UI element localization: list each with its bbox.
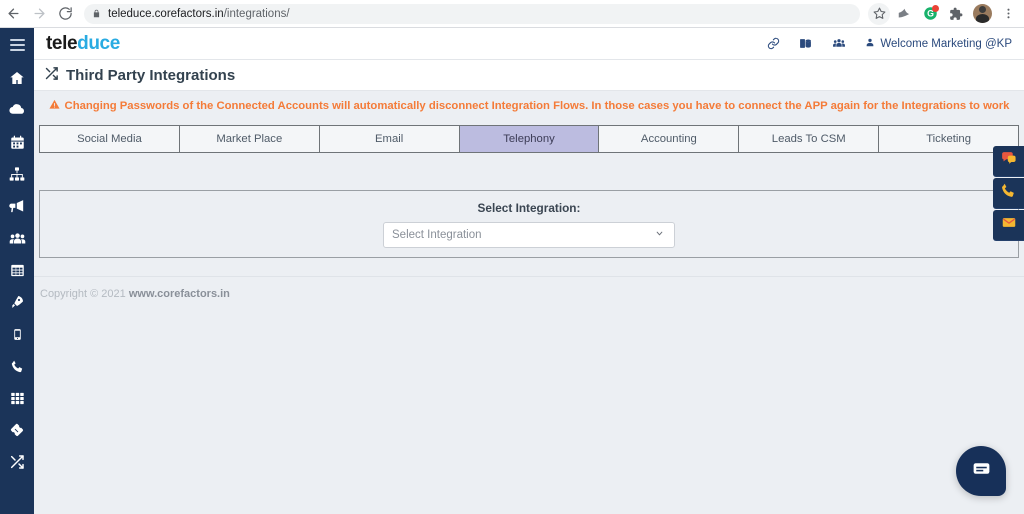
users-icon bbox=[9, 230, 26, 247]
sidebar-item-tickets[interactable] bbox=[0, 414, 34, 446]
sitemap-icon bbox=[9, 166, 25, 182]
sidebar-item-cloud[interactable] bbox=[0, 94, 34, 126]
footer-link[interactable]: www.corefactors.in bbox=[129, 288, 230, 300]
chat-widget-button[interactable] bbox=[956, 446, 1006, 496]
calendar-icon bbox=[10, 135, 25, 150]
menu-toggle-button[interactable] bbox=[0, 28, 34, 62]
tab-accounting[interactable]: Accounting bbox=[599, 126, 740, 152]
page-title: Third Party Integrations bbox=[44, 66, 235, 85]
brand-logo-blue: duce bbox=[77, 32, 120, 54]
cloud-icon bbox=[8, 101, 26, 119]
reload-icon[interactable] bbox=[52, 1, 78, 27]
tab-label: Market Place bbox=[216, 133, 283, 145]
select-integration-wrapper: Select Integration bbox=[383, 221, 675, 248]
float-email-button[interactable] bbox=[993, 210, 1024, 241]
profile-avatar[interactable] bbox=[970, 2, 994, 26]
select-integration-label: Select Integration: bbox=[477, 200, 581, 215]
home-icon bbox=[9, 70, 25, 86]
sidebar-item-teams[interactable] bbox=[0, 222, 34, 254]
notification-badge bbox=[932, 4, 939, 12]
envelope-icon bbox=[1000, 215, 1018, 235]
float-call-button[interactable] bbox=[993, 178, 1024, 209]
g-suite-icon[interactable]: G bbox=[918, 2, 942, 26]
footer: Copyright © 2021 www.corefactors.in bbox=[34, 276, 1024, 300]
chrome-menu-icon[interactable] bbox=[996, 2, 1020, 26]
shield-icon[interactable] bbox=[892, 2, 916, 26]
sidebar-item-campaigns[interactable] bbox=[0, 190, 34, 222]
ticket-icon bbox=[9, 422, 25, 438]
shuffle-icon bbox=[9, 454, 25, 470]
hamburger-icon bbox=[9, 36, 25, 54]
tab-leads-to-csm[interactable]: Leads To CSM bbox=[739, 126, 880, 152]
sidebar-item-mobile[interactable] bbox=[0, 318, 34, 350]
floating-action-stack bbox=[993, 146, 1024, 242]
welcome-user[interactable]: Welcome Marketing @KP bbox=[865, 37, 1012, 51]
left-sidebar bbox=[0, 28, 34, 514]
sidebar-item-reports[interactable] bbox=[0, 254, 34, 286]
app-page: teleduce Welcome Marketing @KP Third Par… bbox=[0, 28, 1024, 514]
link-icon[interactable] bbox=[767, 37, 780, 50]
brand-logo-dark: tele bbox=[46, 32, 78, 54]
tab-telephony[interactable]: Telephony bbox=[459, 126, 600, 152]
float-chat-button[interactable] bbox=[993, 146, 1024, 177]
tab-label: Accounting bbox=[640, 133, 697, 145]
browser-chrome: teleduce.corefactors.in/integrations/ G bbox=[0, 0, 1024, 28]
warning-triangle-icon bbox=[49, 99, 60, 113]
user-icon bbox=[865, 37, 875, 51]
brand-logo[interactable]: teleduce bbox=[46, 33, 120, 55]
sidebar-item-calls[interactable] bbox=[0, 350, 34, 382]
forward-arrow-icon[interactable] bbox=[26, 1, 52, 27]
select-integration-dropdown[interactable]: Select Integration bbox=[383, 221, 675, 248]
page-title-bar: Third Party Integrations bbox=[34, 60, 1024, 91]
server-icon[interactable] bbox=[798, 37, 813, 50]
page-title-text: Third Party Integrations bbox=[66, 66, 236, 84]
shuffle-icon bbox=[44, 66, 59, 85]
tab-label: Leads To CSM bbox=[771, 133, 846, 145]
tab-email[interactable]: Email bbox=[319, 126, 460, 152]
sidebar-item-calendar[interactable] bbox=[0, 126, 34, 158]
bullhorn-icon bbox=[8, 198, 26, 215]
keypad-icon bbox=[10, 391, 25, 406]
sidebar-item-home[interactable] bbox=[0, 62, 34, 94]
extensions-puzzle-icon[interactable] bbox=[944, 2, 968, 26]
url-host: teleduce.corefactors.in bbox=[108, 7, 224, 20]
sidebar-item-dialer[interactable] bbox=[0, 382, 34, 414]
mobile-icon bbox=[11, 328, 24, 341]
browser-toolbar-icons: G bbox=[868, 2, 1024, 26]
rocket-icon bbox=[9, 294, 25, 310]
tab-label: Email bbox=[375, 133, 404, 145]
lock-icon bbox=[92, 8, 101, 19]
main-content: Changing Passwords of the Connected Acco… bbox=[34, 91, 1024, 514]
users-icon[interactable] bbox=[831, 37, 847, 50]
sidebar-item-integrations[interactable] bbox=[0, 446, 34, 478]
bookmark-star-icon[interactable] bbox=[868, 2, 890, 25]
tab-label: Telephony bbox=[503, 133, 555, 145]
tab-label: Ticketing bbox=[926, 133, 971, 145]
sidebar-item-sitemap[interactable] bbox=[0, 158, 34, 190]
app-header: teleduce Welcome Marketing @KP bbox=[34, 28, 1024, 60]
warning-text: Changing Passwords of the Connected Acco… bbox=[64, 100, 1010, 112]
header-actions: Welcome Marketing @KP bbox=[767, 37, 1024, 51]
url-path: /integrations/ bbox=[223, 7, 290, 20]
phone-icon bbox=[10, 359, 25, 374]
back-arrow-icon[interactable] bbox=[0, 1, 26, 27]
tab-market-place[interactable]: Market Place bbox=[179, 126, 320, 152]
address-bar[interactable]: teleduce.corefactors.in/integrations/ bbox=[84, 3, 860, 24]
footer-copyright: Copyright © 2021 bbox=[40, 288, 126, 300]
integration-category-tabs: Social Media Market Place Email Telephon… bbox=[39, 125, 1019, 153]
welcome-label: Welcome Marketing @KP bbox=[880, 37, 1012, 50]
message-icon bbox=[971, 458, 992, 484]
chat-bubble-icon bbox=[999, 150, 1018, 172]
select-integration-panel: Select Integration: Select Integration bbox=[39, 190, 1019, 258]
tab-label: Social Media bbox=[77, 133, 142, 145]
tab-social-media[interactable]: Social Media bbox=[40, 126, 180, 152]
warning-banner: Changing Passwords of the Connected Acco… bbox=[34, 91, 1024, 119]
table-icon bbox=[10, 263, 25, 278]
sidebar-item-launch[interactable] bbox=[0, 286, 34, 318]
phone-icon bbox=[1000, 182, 1017, 204]
